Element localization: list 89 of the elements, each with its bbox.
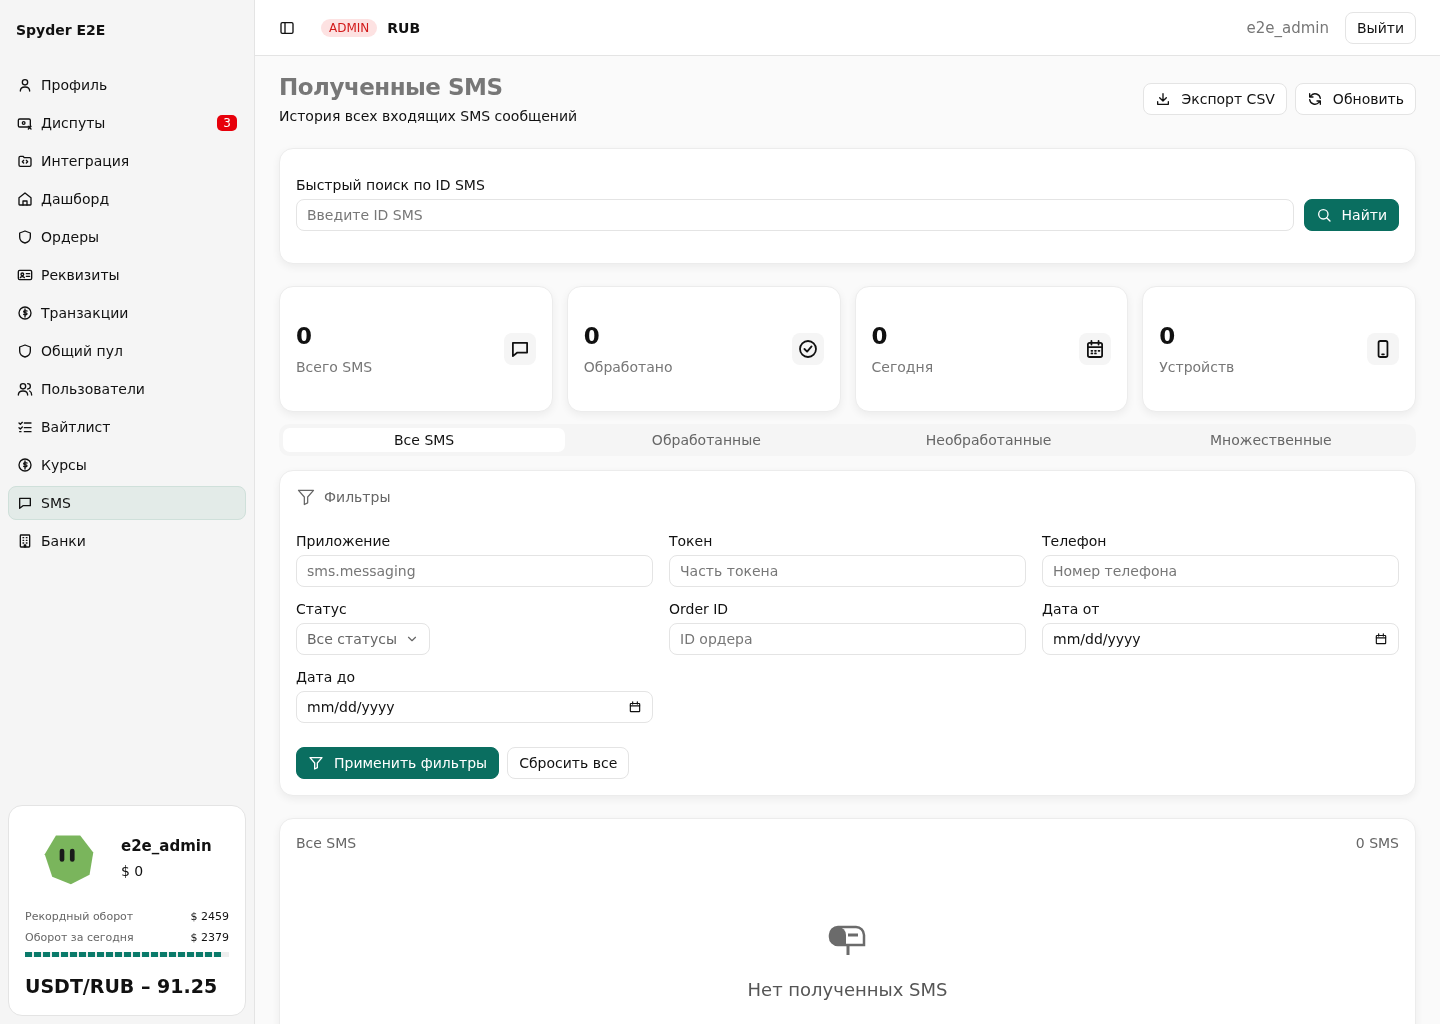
stat-label: Обработано (583, 359, 674, 375)
folder-icon (17, 153, 33, 169)
stat-label: Всего SMS (296, 359, 374, 375)
nav-item[interactable]: Пользователи (8, 372, 246, 406)
input-field[interactable]: ID ордера (669, 623, 1026, 655)
currency-label: RUB (387, 19, 422, 36)
filter-icon (308, 755, 324, 771)
user-icon (17, 77, 33, 93)
dollar-icon (17, 457, 33, 473)
sidebar-toggle-icon[interactable] (279, 19, 295, 36)
nav-item[interactable]: Интеграция (8, 144, 246, 178)
phone-icon (1367, 333, 1399, 365)
nav-item[interactable]: Ордеры (8, 220, 246, 254)
exchange-rate: USDT/RUB – 91.25 (25, 975, 219, 997)
filters-title: Фильтры (324, 489, 391, 505)
dollar-icon (17, 305, 33, 321)
users-icon (17, 381, 33, 397)
sms-count: 0 SMS (1355, 835, 1399, 851)
building-icon (17, 533, 33, 549)
nav-item[interactable]: Общий пул (8, 334, 246, 368)
nav-item[interactable]: Диспуты 3 (8, 106, 246, 140)
chat-icon (503, 333, 536, 365)
user-name: e2e_admin (1246, 18, 1329, 37)
field-label: Дата от (1042, 601, 1101, 617)
chat-icon (17, 495, 33, 511)
role-badge: ADMIN (321, 18, 378, 37)
stat-value: 0 (871, 323, 889, 349)
reset-button[interactable]: Сбросить все (507, 747, 630, 779)
search-icon (1315, 207, 1332, 223)
brand-name: Spyder E2E (15, 21, 107, 40)
user-balance: $ 0 (121, 863, 145, 879)
nav-item[interactable]: Вайтлист (8, 410, 246, 444)
calendar-icon (1079, 333, 1112, 365)
nav-item[interactable]: Дашборд (8, 182, 246, 216)
user-name: e2e_admin (121, 837, 212, 855)
date-field[interactable]: mm/dd/yyyy (296, 691, 653, 723)
calendar-icon (1374, 631, 1388, 647)
field-label: Токен (669, 533, 714, 549)
field-label: Статус (296, 601, 348, 617)
stat-value: 0 (296, 323, 313, 349)
page-subtitle: История всех входящих SMS сообщений (279, 108, 579, 124)
stat-value: $ 2459 (190, 910, 229, 923)
field-label: Дата до (296, 669, 356, 685)
search-field[interactable]: Введите ID SMS (296, 199, 1294, 231)
nav-item[interactable]: Курсы (8, 448, 246, 482)
export-button[interactable]: Экспорт CSV (1143, 83, 1287, 115)
input-field[interactable]: Номер телефона (1042, 555, 1399, 587)
date-field[interactable]: mm/dd/yyyy (1042, 623, 1399, 655)
stat-label: Рекордный оборот (25, 910, 134, 923)
apply-filters-button[interactable]: Применить фильтры (296, 747, 500, 779)
shield-icon (17, 343, 33, 359)
stat-value: 0 (583, 323, 601, 349)
nav-item[interactable]: Транзакции (8, 296, 246, 330)
search-label: Быстрый поиск по ID SMS (296, 177, 486, 193)
field-label: Order ID (669, 601, 730, 617)
find-button[interactable]: Найти (1303, 199, 1399, 231)
nav-item[interactable]: Профиль (8, 68, 246, 102)
id-card-icon (17, 267, 33, 283)
tab[interactable]: Все SMS (283, 428, 566, 452)
filter-icon (296, 487, 316, 507)
nav-item[interactable]: Банки (8, 524, 246, 558)
card-icon (17, 115, 33, 131)
refresh-icon (1306, 91, 1323, 107)
home-icon (17, 191, 33, 207)
empty-message: Нет полученных SMS (747, 979, 948, 1000)
logout-button[interactable]: Выйти (1345, 11, 1416, 44)
download-icon (1155, 91, 1172, 107)
stat-label: Сегодня (871, 359, 935, 375)
field-label: Приложение (296, 533, 392, 549)
shield-icon (17, 229, 33, 245)
refresh-button[interactable]: Обновить (1294, 83, 1416, 115)
status-dropdown[interactable]: Все статусы (296, 623, 430, 655)
tab[interactable]: Множественные (1129, 428, 1412, 452)
count-badge: 3 (217, 115, 237, 131)
stat-value: $ 2379 (190, 931, 229, 944)
tab[interactable]: Обработанные (565, 428, 848, 452)
stat-label: Оборот за сегодня (25, 931, 134, 944)
nav-item[interactable]: Реквизиты (8, 258, 246, 292)
list-title: Все SMS (296, 835, 358, 851)
checklist-icon (17, 419, 33, 435)
field-label: Телефон (1042, 533, 1108, 549)
input-field[interactable]: sms.messaging (296, 555, 653, 587)
stat-value: 0 (1159, 323, 1177, 349)
tab[interactable]: Необработанные (847, 428, 1130, 452)
page-title: Полученные SMS (279, 74, 504, 100)
input-field[interactable]: Часть токена (669, 555, 1026, 587)
calendar-icon (628, 699, 642, 715)
stat-label: Устройств (1159, 359, 1236, 375)
nav-item[interactable]: SMS (8, 486, 246, 520)
